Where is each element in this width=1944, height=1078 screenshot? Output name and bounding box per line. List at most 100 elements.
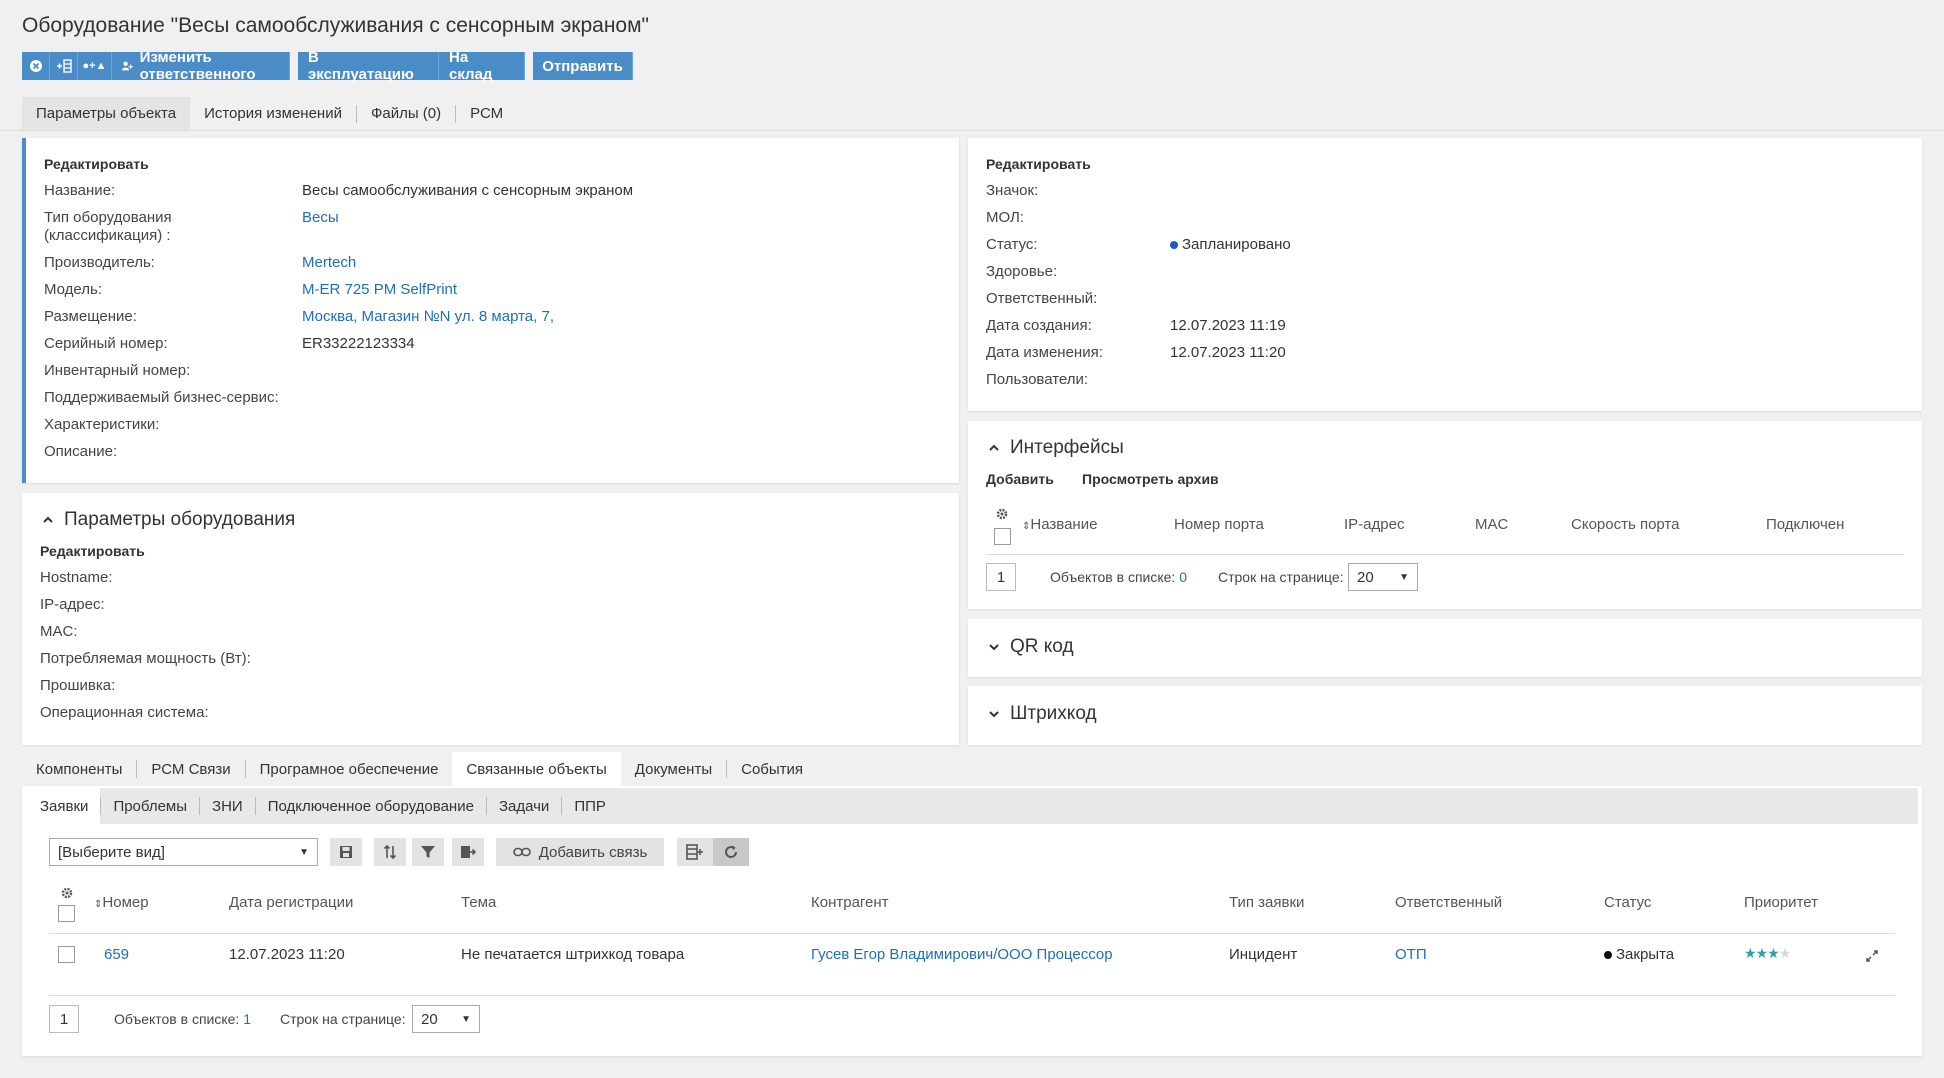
- gear-icon[interactable]: [995, 507, 1009, 521]
- sort-button[interactable]: [374, 838, 406, 866]
- tab-rsm[interactable]: РСМ: [456, 97, 517, 130]
- barcode-header[interactable]: Штрихкод: [988, 703, 1097, 725]
- view-archive-link[interactable]: Просмотреть архив: [1082, 471, 1219, 487]
- request-type: Инцидент: [1229, 946, 1298, 963]
- col-subject[interactable]: Тема: [461, 894, 496, 911]
- columns-button[interactable]: [677, 838, 713, 866]
- unlink-icon[interactable]: [1864, 948, 1880, 964]
- subtab-changes[interactable]: ЗНИ: [200, 788, 255, 824]
- col-priority[interactable]: Приоритет: [1744, 894, 1818, 911]
- count-value: 1: [243, 1011, 252, 1027]
- select-all-checkbox[interactable]: [994, 528, 1011, 545]
- col-status[interactable]: Статус: [1604, 894, 1651, 911]
- col-ip[interactable]: IP-адрес: [1344, 516, 1404, 533]
- tab-software[interactable]: Програмное обеспечение: [246, 752, 453, 786]
- col-speed[interactable]: Скорость порта: [1571, 516, 1679, 533]
- chevron-up-icon: [989, 444, 999, 451]
- type-value-link[interactable]: Весы: [302, 209, 339, 226]
- interfaces-count: Объектов в списке: 0: [1050, 569, 1187, 585]
- subtab-problems[interactable]: Проблемы: [101, 788, 199, 824]
- add-component-button[interactable]: [50, 52, 78, 80]
- select-all-requests-checkbox[interactable]: [58, 905, 75, 922]
- edit-object-link[interactable]: Редактировать: [44, 156, 149, 172]
- requests-rows-label: Строк на странице:: [280, 1011, 406, 1027]
- count-label: Объектов в списке:: [114, 1011, 240, 1027]
- inventory-label: Инвентарный номер:: [44, 362, 191, 379]
- interfaces-header[interactable]: Интерфейсы: [988, 437, 1124, 459]
- request-contractor-link[interactable]: Гусев Егор Владимирович/ООО Процессор: [811, 946, 1113, 963]
- col-date[interactable]: Дата регистрации: [229, 894, 353, 911]
- save-view-button[interactable]: [330, 838, 362, 866]
- requests-rows-select[interactable]: 20 ▼: [412, 1005, 480, 1033]
- close-object-button[interactable]: [22, 52, 50, 80]
- view-select[interactable]: [Выберите вид] ▼: [49, 838, 318, 866]
- tab-history[interactable]: История изменений: [190, 97, 356, 130]
- edit-equipment-link[interactable]: Редактировать: [40, 543, 145, 559]
- request-number-link[interactable]: 659: [104, 946, 129, 963]
- equipment-params-title: Параметры оборудования: [64, 509, 296, 530]
- to-warehouse-button[interactable]: На склад: [439, 49, 525, 83]
- rows-per-page-select[interactable]: 20 ▼: [1348, 563, 1418, 591]
- col-mac[interactable]: MAC: [1475, 516, 1508, 533]
- filter-icon: [421, 846, 435, 858]
- add-interface-link[interactable]: Добавить: [986, 471, 1054, 487]
- tab-related-objects[interactable]: Связанные объекты: [452, 752, 621, 786]
- page: Оборудование "Весы самообслуживания с се…: [0, 0, 1944, 1078]
- request-responsible-link[interactable]: ОТП: [1395, 946, 1427, 963]
- filter-button[interactable]: [412, 838, 444, 866]
- created-value: 12.07.2023 11:19: [1170, 317, 1286, 334]
- export-button[interactable]: [452, 838, 484, 866]
- qr-header[interactable]: QR код: [988, 636, 1074, 658]
- row-checkbox[interactable]: [58, 946, 75, 963]
- col-connected[interactable]: Подключен: [1766, 516, 1844, 533]
- equipment-params-header[interactable]: Параметры оборудования: [42, 509, 295, 531]
- edit-status-link[interactable]: Редактировать: [986, 156, 1091, 172]
- location-label: Размещение:: [44, 308, 137, 325]
- col-name-label: Название: [1030, 516, 1098, 533]
- specs-label: Характеристики:: [44, 416, 160, 433]
- tab-documents[interactable]: Документы: [621, 752, 726, 786]
- tab-rsm-links[interactable]: РСМ Связи: [137, 752, 244, 786]
- subtab-ppr[interactable]: ППР: [562, 788, 618, 824]
- tab-object-params[interactable]: Параметры объекта: [22, 97, 191, 130]
- model-link[interactable]: M-ER 725 PM SelfPrint: [302, 281, 457, 298]
- location-link[interactable]: Москва, Магазин №N ул. 8 марта, 7,: [302, 308, 554, 325]
- star-filled-icon: ★: [1755, 945, 1769, 961]
- barcode-card: Штрихкод: [968, 686, 1922, 745]
- table-divider: [49, 995, 1895, 996]
- request-subject: Не печатается штрихкод товара: [461, 946, 685, 963]
- link-button[interactable]: ●+▲: [78, 52, 112, 80]
- created-label: Дата создания:: [986, 317, 1092, 334]
- refresh-button[interactable]: [713, 838, 749, 866]
- subtab-tasks[interactable]: Задачи: [487, 788, 561, 824]
- send-button[interactable]: Отправить: [533, 52, 633, 80]
- divider: [0, 130, 1944, 131]
- col-type[interactable]: Тип заявки: [1229, 894, 1304, 911]
- count-label: Объектов в списке:: [1050, 569, 1176, 585]
- service-label: Поддерживаемый бизнес-сервис:: [44, 389, 279, 406]
- col-responsible[interactable]: Ответственный: [1395, 894, 1502, 911]
- col-number[interactable]: ⇕Номер: [94, 894, 149, 911]
- dropdown-arrow-icon: ▼: [299, 846, 309, 858]
- rows-per-page-value: 20: [1357, 568, 1374, 586]
- modified-label: Дата изменения:: [986, 344, 1103, 361]
- col-port[interactable]: Номер порта: [1174, 516, 1264, 533]
- manufacturer-link[interactable]: Mertech: [302, 254, 356, 271]
- tab-files[interactable]: Файлы (0): [357, 97, 455, 130]
- subtab-requests[interactable]: Заявки: [28, 788, 101, 824]
- col-contractor[interactable]: Контрагент: [811, 894, 889, 911]
- manufacturer-label: Производитель:: [44, 254, 155, 271]
- add-link-button[interactable]: Добавить связь: [496, 838, 664, 866]
- connect-icon: ●+▲: [82, 60, 107, 72]
- qr-card: QR код: [968, 619, 1922, 677]
- to-operation-button[interactable]: В эксплуатацию: [298, 49, 439, 83]
- change-responsible-button[interactable]: Изменить ответственного: [112, 49, 290, 83]
- col-name[interactable]: ⇕Название: [1022, 516, 1097, 533]
- page-number[interactable]: 1: [986, 563, 1016, 591]
- requests-page-number[interactable]: 1: [49, 1005, 79, 1033]
- tab-events[interactable]: События: [727, 752, 817, 786]
- gear-icon[interactable]: [60, 886, 74, 900]
- tab-components[interactable]: Компоненты: [22, 752, 136, 786]
- subtab-connected-equipment[interactable]: Подключенное оборудование: [256, 788, 486, 824]
- type-label-line2: (классификация) :: [44, 227, 171, 244]
